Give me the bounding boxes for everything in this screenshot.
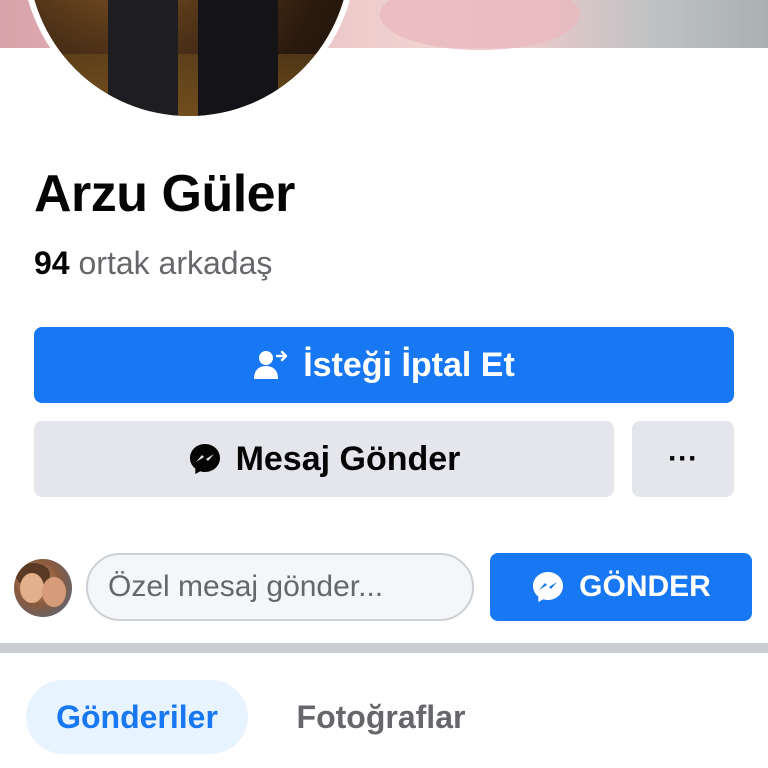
send-message-button[interactable]: Mesaj Gönder [34, 421, 614, 497]
photo-floor [28, 54, 350, 116]
private-message-input[interactable] [86, 553, 474, 621]
avatar-face-right [42, 577, 66, 607]
profile-name: Arzu Güler [34, 165, 295, 223]
send-button[interactable]: GÖNDER [490, 553, 752, 621]
cancel-request-label: İsteği İptal Et [303, 345, 515, 384]
tab-photos[interactable]: Fotoğraflar [270, 680, 492, 754]
send-message-label: Mesaj Gönder [235, 439, 461, 478]
profile-page: Arzu Güler 94 ortak arkadaş İsteği İptal… [0, 0, 768, 768]
tab-photos-label: Fotoğraflar [296, 698, 466, 735]
more-options-button[interactable]: ··· [632, 421, 734, 497]
mutual-friends-count: 94 [34, 245, 70, 281]
tab-posts[interactable]: Gönderiler [26, 680, 248, 754]
mutual-friends-label: ortak arkadaş [78, 245, 273, 281]
user-arrow-icon [253, 349, 289, 381]
current-user-avatar [14, 559, 72, 617]
profile-picture-image [28, 0, 350, 116]
avatar-face-left [20, 573, 44, 603]
send-button-label: GÖNDER [579, 570, 711, 603]
cancel-request-button[interactable]: İsteği İptal Et [34, 327, 734, 403]
cover-photo-detail [380, 0, 580, 50]
messenger-icon [531, 570, 565, 604]
photo-figure-right [198, 0, 278, 116]
mutual-friends[interactable]: 94 ortak arkadaş [34, 245, 272, 282]
more-dots-icon: ··· [668, 442, 698, 475]
messenger-icon [188, 442, 222, 476]
photo-figure-left [108, 0, 178, 116]
section-divider [0, 643, 768, 653]
profile-picture[interactable] [22, 0, 356, 122]
tab-posts-label: Gönderiler [56, 698, 218, 735]
